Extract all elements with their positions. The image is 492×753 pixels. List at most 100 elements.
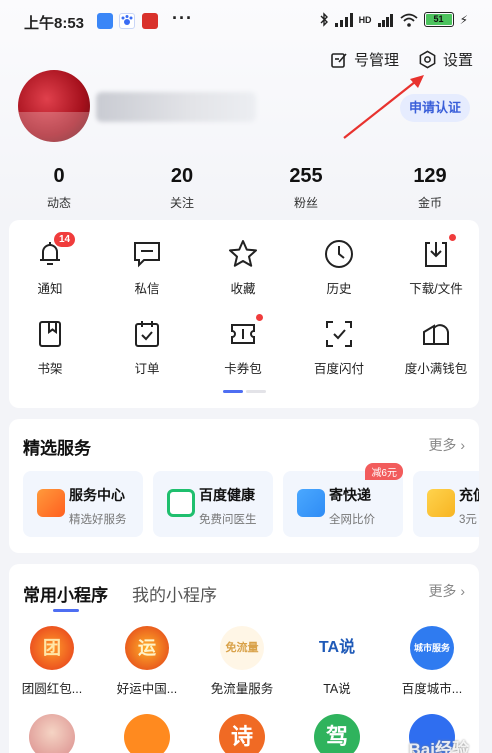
stat-num: 129 [413,165,447,187]
service-recharge[interactable]: 充值 3元 [413,471,479,537]
stat-num: 0 [53,165,65,187]
tab-mine[interactable]: 我的小程序 [132,581,217,606]
mini-item[interactable]: 城市服务 百度城市... [387,626,477,697]
coupon-dot [256,314,263,321]
grid-item-favorites[interactable]: 收藏 [196,238,290,297]
status-right: HD 51 ⚡ [319,12,468,27]
verify-button[interactable]: 申请认证 [400,94,470,122]
grid-item-bookshelf[interactable]: 书架 [3,318,97,377]
service-center-icon [37,489,65,517]
wifi-icon [399,13,418,27]
watermark: Bai经验 [408,740,469,753]
services-card: 精选服务 更多 › 服务中心 精选好服务 百度健康 免费问医生 寄快递 全网比价… [9,419,479,553]
service-sub: 免费问医生 [199,514,257,526]
stat-following[interactable]: 20 关注 [142,165,222,211]
pager-dot [246,390,266,393]
bluetooth-icon [320,12,328,27]
mini-programs-card: 常用小程序 我的小程序 更多 › 团 团圆红包... 运 好运中国... 免流量… [9,564,479,753]
mini-label: 好运中国... [116,682,178,696]
grid-item-coupons[interactable]: 卡券包 [196,314,290,377]
grid-item-wallet[interactable]: 度小满钱包 [389,318,483,377]
battery-icon: 51 [423,12,454,27]
stat-label: 动态 [46,196,71,210]
mini-item[interactable]: 免流量 免流量服务 [197,626,287,697]
stat-label: 金币 [417,196,442,210]
service-sub: 精选好服务 [69,514,127,526]
wallet-icon [420,318,452,350]
grid-item-message[interactable]: 私信 [100,238,194,297]
more-label: 更多 [428,437,457,453]
stat-num: 255 [289,165,323,187]
health-icon [167,489,195,517]
free-data-icon: 免流量 [220,626,264,670]
download-icon [420,234,456,270]
status-more-icon: ··· [172,8,193,28]
service-health[interactable]: 百度健康 免费问医生 [153,471,273,537]
service-sub: 全网比价 [329,514,375,526]
tools-grid-card: 14 通知 私信 收藏 历史 下载/文件 书架 订单 卡券包 百度闪付 度小满钱… [9,220,479,408]
grid-label: 百度闪付 [313,362,364,376]
order-icon [131,318,163,350]
stat-label: 粉丝 [293,196,318,210]
grid-label: 书架 [37,362,63,376]
grid-label: 收藏 [230,282,256,296]
grid-label: 通知 [37,282,63,296]
scan-pay-icon [323,318,355,350]
recharge-icon [427,489,455,517]
stat-coins[interactable]: 129 金币 [390,165,470,211]
charging-icon: ⚡ [459,12,468,27]
grid-item-history[interactable]: 历史 [292,238,386,297]
service-center[interactable]: 服务中心 精选好服务 [23,471,143,537]
express-icon [297,489,325,517]
status-bar: 上午8:53 ··· HD 51 ⚡ [0,0,492,42]
stat-num: 20 [170,165,194,187]
mini-item[interactable]: TA说 TA说 [292,626,382,697]
service-title: 充值 [459,487,479,503]
grid-label: 订单 [134,362,160,376]
grid-item-notify[interactable]: 14 通知 [3,232,97,297]
username-blurred [96,92,256,122]
app-notify-icon [97,13,113,29]
service-express[interactable]: 寄快递 全网比价 减6元 [283,463,403,537]
mini-item[interactable]: 运 好运中国... [102,626,192,697]
service-title: 寄快递 [329,487,371,503]
stat-fans[interactable]: 255 粉丝 [266,165,346,211]
pager-dot-active [223,390,243,393]
driving-icon[interactable]: 驾 [314,714,360,753]
mini-more-link[interactable]: 更多 › [428,581,465,601]
download-dot [449,234,456,241]
mini-item[interactable]: 团 团圆红包... [9,626,97,697]
portrait-icon[interactable] [29,714,75,753]
chevron-right-icon: › [460,583,465,599]
mini-label: TA说 [323,682,351,696]
app-red-icon [142,13,158,29]
poem-icon[interactable]: 诗 [219,714,265,753]
ta-say-icon: TA说 [315,626,359,670]
avatar[interactable] [18,70,90,142]
grid-item-quickpay[interactable]: 百度闪付 [292,318,386,377]
settings-label: 设置 [443,52,474,69]
status-time: 上午8:53 [24,15,85,32]
chevron-right-icon: › [460,437,465,453]
reunion-redpacket-icon: 团 [30,626,74,670]
grid-item-download[interactable]: 下载/文件 [389,234,483,297]
message-icon [131,238,163,270]
gear-icon [419,50,436,69]
stat-posts[interactable]: 0 动态 [19,165,99,211]
grid-label: 度小满钱包 [404,362,468,376]
tab-common[interactable]: 常用小程序 [23,581,108,612]
gift-icon[interactable] [124,714,170,753]
services-more-link[interactable]: 更多 › [428,435,465,455]
grid-item-orders[interactable]: 订单 [100,318,194,377]
mini-label: 免流量服务 [210,682,274,696]
more-label: 更多 [428,583,457,599]
account-manage-button[interactable]: 号管理 [330,49,399,70]
signal-icon [334,12,353,27]
city-service-icon: 城市服务 [410,626,454,670]
settings-button[interactable]: 设置 [418,49,473,70]
grid-label: 下载/文件 [409,282,463,296]
mini-tabs: 常用小程序 我的小程序 [23,581,217,612]
service-title: 服务中心 [69,487,125,503]
notify-badge: 14 [54,232,76,247]
baidu-paw-icon [119,13,135,29]
